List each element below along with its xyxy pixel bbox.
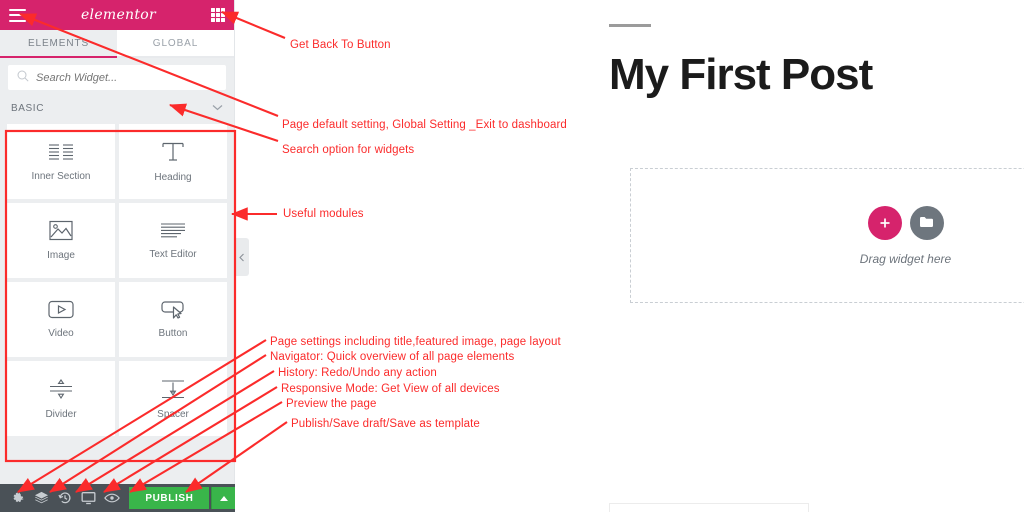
drag-widget-dropzone[interactable]: Drag widget here bbox=[630, 168, 1024, 303]
panel-header: elementor bbox=[0, 0, 234, 30]
gear-icon[interactable] bbox=[6, 484, 29, 512]
widget-label: Button bbox=[158, 328, 188, 339]
inner-section-icon bbox=[48, 142, 74, 162]
publish-button[interactable]: PUBLISH bbox=[129, 487, 210, 509]
caret-up-icon[interactable] bbox=[211, 487, 235, 509]
section-basic[interactable]: BASIC bbox=[0, 96, 234, 121]
dropzone-label: Drag widget here bbox=[859, 251, 952, 266]
canvas-bottom-box bbox=[609, 503, 809, 512]
elementor-left-panel: elementor ELEMENTS GLOBAL BASIC bbox=[0, 0, 235, 512]
spacer-icon bbox=[160, 378, 186, 400]
widget-label: Image bbox=[47, 250, 75, 261]
folder-icon[interactable] bbox=[909, 205, 944, 240]
widget-divider[interactable]: Divider bbox=[7, 361, 115, 436]
widget-label: Spacer bbox=[157, 408, 189, 420]
tab-elements[interactable]: ELEMENTS bbox=[0, 30, 117, 58]
panel-tabs: ELEMENTS GLOBAL bbox=[0, 30, 234, 58]
history-clock-icon[interactable] bbox=[53, 484, 76, 512]
widget-button[interactable]: Button bbox=[119, 282, 227, 357]
widget-label: Heading bbox=[154, 171, 192, 183]
editor-bottom-bar: PUBLISH bbox=[0, 484, 235, 512]
widget-heading[interactable]: Heading bbox=[119, 124, 227, 199]
layers-icon[interactable] bbox=[29, 484, 52, 512]
hamburger-icon[interactable] bbox=[9, 8, 26, 22]
widget-label: Text Editor bbox=[149, 248, 197, 260]
widget-inner-section[interactable]: Inner Section bbox=[7, 124, 115, 199]
widget-label: Inner Section bbox=[31, 170, 91, 182]
widget-label: Video bbox=[48, 328, 74, 339]
widget-label: Divider bbox=[45, 408, 77, 420]
elementor-logo: elementor bbox=[80, 7, 157, 23]
eye-icon[interactable] bbox=[100, 484, 123, 512]
elementor-editor-screenshot: elementor ELEMENTS GLOBAL BASIC bbox=[0, 0, 1024, 512]
search-widget-area bbox=[0, 58, 234, 96]
button-cursor-icon bbox=[160, 300, 186, 319]
plus-icon[interactable] bbox=[867, 205, 902, 240]
page-title: My First Post bbox=[609, 50, 873, 99]
monitor-icon[interactable] bbox=[76, 484, 99, 512]
widget-spacer[interactable]: Spacer bbox=[119, 361, 227, 436]
tab-global[interactable]: GLOBAL bbox=[117, 30, 234, 58]
chevron-down-icon[interactable] bbox=[212, 103, 223, 114]
search-box[interactable] bbox=[8, 65, 226, 90]
widget-image[interactable]: Image bbox=[7, 203, 115, 278]
search-icon bbox=[17, 69, 29, 87]
widget-video[interactable]: Video bbox=[7, 282, 115, 357]
panel-collapse-handle[interactable] bbox=[235, 238, 249, 276]
video-play-icon bbox=[48, 300, 74, 319]
title-rule bbox=[609, 24, 651, 27]
search-input[interactable] bbox=[36, 71, 217, 84]
divider-icon bbox=[48, 378, 74, 400]
dropzone-buttons bbox=[867, 205, 944, 240]
widget-grid: Inner Section Heading Image Text Editor … bbox=[0, 121, 234, 512]
grid-apps-icon[interactable] bbox=[210, 8, 225, 22]
heading-t-icon bbox=[161, 141, 185, 163]
image-icon bbox=[49, 220, 73, 241]
widget-text-editor[interactable]: Text Editor bbox=[119, 203, 227, 278]
text-editor-icon bbox=[160, 222, 186, 240]
section-basic-label: BASIC bbox=[11, 103, 45, 114]
editor-canvas: My First Post Drag widget here bbox=[235, 0, 1024, 512]
